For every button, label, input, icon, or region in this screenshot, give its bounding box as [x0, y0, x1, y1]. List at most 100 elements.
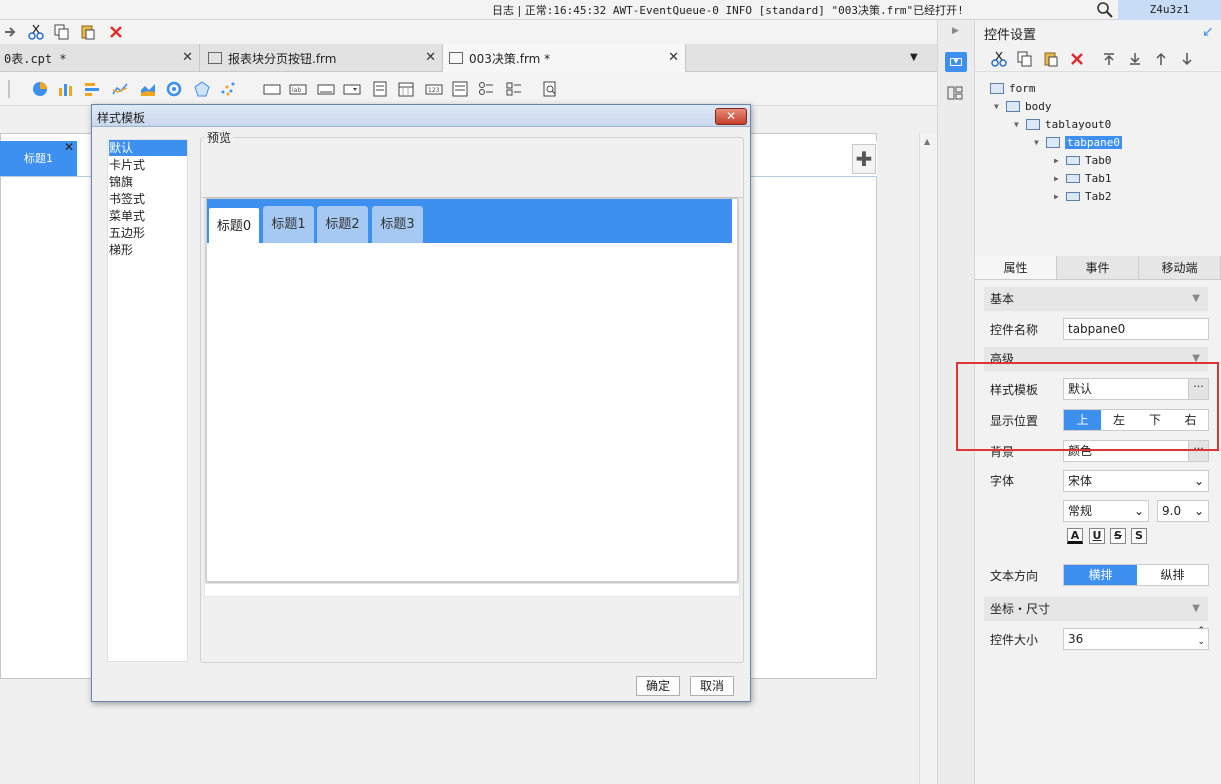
expand-arrow-icon[interactable]: ▼	[1034, 138, 1044, 147]
date-widget-icon[interactable]	[396, 79, 416, 99]
textarea-widget-icon[interactable]	[450, 79, 470, 99]
move-down-icon[interactable]	[1177, 49, 1197, 69]
redo-icon[interactable]	[0, 22, 20, 42]
name-field[interactable]: tabpane0	[1063, 318, 1209, 340]
pin-icon[interactable]: ↙	[1202, 24, 1214, 40]
bar-chart-icon[interactable]	[56, 79, 76, 99]
tab-properties[interactable]: 属性	[975, 256, 1057, 279]
tree-node-tab1[interactable]: ▶ Tab1	[1054, 172, 1112, 185]
highlight-box	[956, 362, 1219, 451]
size-stepper[interactable]: 36 ⌃ ⌄	[1063, 626, 1209, 650]
radio-group-widget-icon[interactable]	[476, 79, 496, 99]
font-size-select[interactable]: 9.0 ⌄	[1157, 500, 1209, 522]
tab-pagination[interactable]: 报表块分页按钮.frm ✕	[200, 44, 443, 72]
delete-icon[interactable]	[1067, 49, 1087, 69]
close-icon[interactable]: ✕	[715, 108, 747, 125]
font-color-icon[interactable]: A	[1067, 528, 1083, 544]
section-basic[interactable]: 基本 ▼	[984, 287, 1208, 311]
separator-icon	[0, 79, 20, 99]
shadow-icon[interactable]: S	[1131, 528, 1147, 544]
move-bottom-icon[interactable]	[1125, 49, 1145, 69]
section-position-size[interactable]: 坐标・尺寸 ▼	[984, 597, 1208, 621]
search-icon[interactable]	[1096, 1, 1114, 19]
add-tab-icon[interactable]: ✚	[852, 144, 876, 174]
ok-button[interactable]: 确定	[636, 676, 680, 696]
collapse-arrow-icon[interactable]: ▶	[952, 26, 959, 36]
move-up-icon[interactable]	[1151, 49, 1171, 69]
status-message: 日志 | 正常:16:45:32 AWT-EventQueue-0 INFO […	[492, 4, 964, 17]
pie-chart-icon[interactable]	[30, 79, 50, 99]
radar-chart-icon[interactable]	[192, 79, 212, 99]
textfield-widget-icon[interactable]	[316, 79, 336, 99]
delete-icon[interactable]	[106, 22, 126, 42]
tree-node-tablayout0[interactable]: ▼ tablayout0	[1014, 118, 1111, 131]
list-item[interactable]: 五边形	[109, 225, 187, 241]
list-item[interactable]: 默认	[109, 140, 187, 156]
line-chart-icon[interactable]	[110, 79, 130, 99]
checkbox-group-widget-icon[interactable]	[504, 79, 524, 99]
paste-icon[interactable]	[78, 22, 98, 42]
log-label[interactable]: 日志	[492, 4, 514, 17]
tree-node-form[interactable]: form	[990, 82, 1036, 95]
checklist-widget-icon[interactable]	[370, 79, 390, 99]
close-icon[interactable]: ✕	[425, 50, 436, 65]
search-widget-icon[interactable]	[540, 79, 560, 99]
underline-icon[interactable]: U	[1089, 528, 1105, 544]
area-chart-icon[interactable]	[138, 79, 158, 99]
list-item[interactable]: 菜单式	[109, 208, 187, 224]
hbar-chart-icon[interactable]	[82, 79, 102, 99]
paste-icon[interactable]	[1041, 49, 1061, 69]
collapse-arrow-icon[interactable]: ▶	[1054, 174, 1064, 183]
move-top-icon[interactable]	[1099, 49, 1119, 69]
tab-decision[interactable]: 003决策.frm * ✕	[443, 44, 686, 72]
copy-icon[interactable]	[52, 22, 72, 42]
cut-icon[interactable]	[26, 22, 46, 42]
tree-node-tab0[interactable]: ▶ Tab0	[1054, 154, 1112, 167]
expand-arrow-icon[interactable]: ▼	[994, 102, 1004, 111]
text-dir-vertical[interactable]: 纵排	[1137, 565, 1208, 585]
tree-node-body[interactable]: ▼ body	[994, 100, 1052, 113]
preview-scrollbar	[204, 583, 740, 597]
tab-mobile[interactable]: 移动端	[1139, 256, 1221, 279]
dialog-title: 样式模板	[97, 111, 146, 125]
combobox-widget-icon[interactable]	[342, 79, 362, 99]
gauge-chart-icon[interactable]	[164, 79, 184, 99]
name-label: 控件名称	[990, 323, 1039, 337]
tab-menu-icon[interactable]: ▼	[910, 52, 918, 63]
close-icon[interactable]: ✕	[64, 140, 74, 154]
collapse-arrow-icon[interactable]: ▶	[1054, 156, 1064, 165]
close-icon[interactable]: ✕	[182, 50, 193, 65]
scatter-chart-icon[interactable]	[218, 79, 238, 99]
label-widget-icon[interactable]: lab	[288, 79, 308, 99]
widget-settings-icon[interactable]: ▼	[945, 52, 967, 72]
tree-node-tabpane0[interactable]: ▼ tabpane0	[1034, 136, 1122, 149]
layout-icon[interactable]	[947, 86, 963, 100]
button-widget-icon[interactable]	[262, 79, 282, 99]
tab-events[interactable]: 事件	[1057, 256, 1139, 279]
cut-icon[interactable]	[989, 49, 1009, 69]
canvas-scrollbar[interactable]: ▲	[919, 133, 937, 784]
copy-icon[interactable]	[1015, 49, 1035, 69]
collapse-arrow-icon[interactable]: ▶	[1054, 192, 1064, 201]
font-style-select[interactable]: 常规 ⌄	[1063, 500, 1149, 522]
text-dir-horizontal[interactable]: 横排	[1064, 565, 1137, 585]
property-tabs: 属性 事件 移动端	[975, 256, 1221, 280]
number-widget-icon[interactable]: 123	[424, 79, 444, 99]
tree-node-tab2[interactable]: ▶ Tab2	[1054, 190, 1112, 203]
tab-cpt[interactable]: 0表.cpt * ✕	[0, 44, 200, 72]
cancel-button[interactable]: 取消	[690, 676, 734, 696]
stepper-arrows-icon[interactable]: ⌃ ⌄	[1197, 626, 1205, 648]
widget-toolbar: lab 123	[0, 72, 937, 106]
list-item[interactable]: 梯形	[109, 242, 187, 258]
list-item[interactable]: 书签式	[109, 191, 187, 207]
list-item[interactable]: 锦旗	[109, 174, 187, 190]
strikethrough-icon[interactable]: S	[1110, 528, 1126, 544]
list-item[interactable]: 卡片式	[109, 157, 187, 173]
tab-icon	[1066, 174, 1080, 183]
dialog-titlebar[interactable]	[92, 105, 750, 127]
user-name[interactable]: Z4u3z1	[1118, 0, 1221, 20]
close-icon[interactable]: ✕	[668, 50, 679, 65]
expand-arrow-icon[interactable]: ▼	[1014, 120, 1024, 129]
svg-text:lab: lab	[292, 87, 301, 94]
font-select[interactable]: 宋体 ⌄	[1063, 470, 1209, 492]
